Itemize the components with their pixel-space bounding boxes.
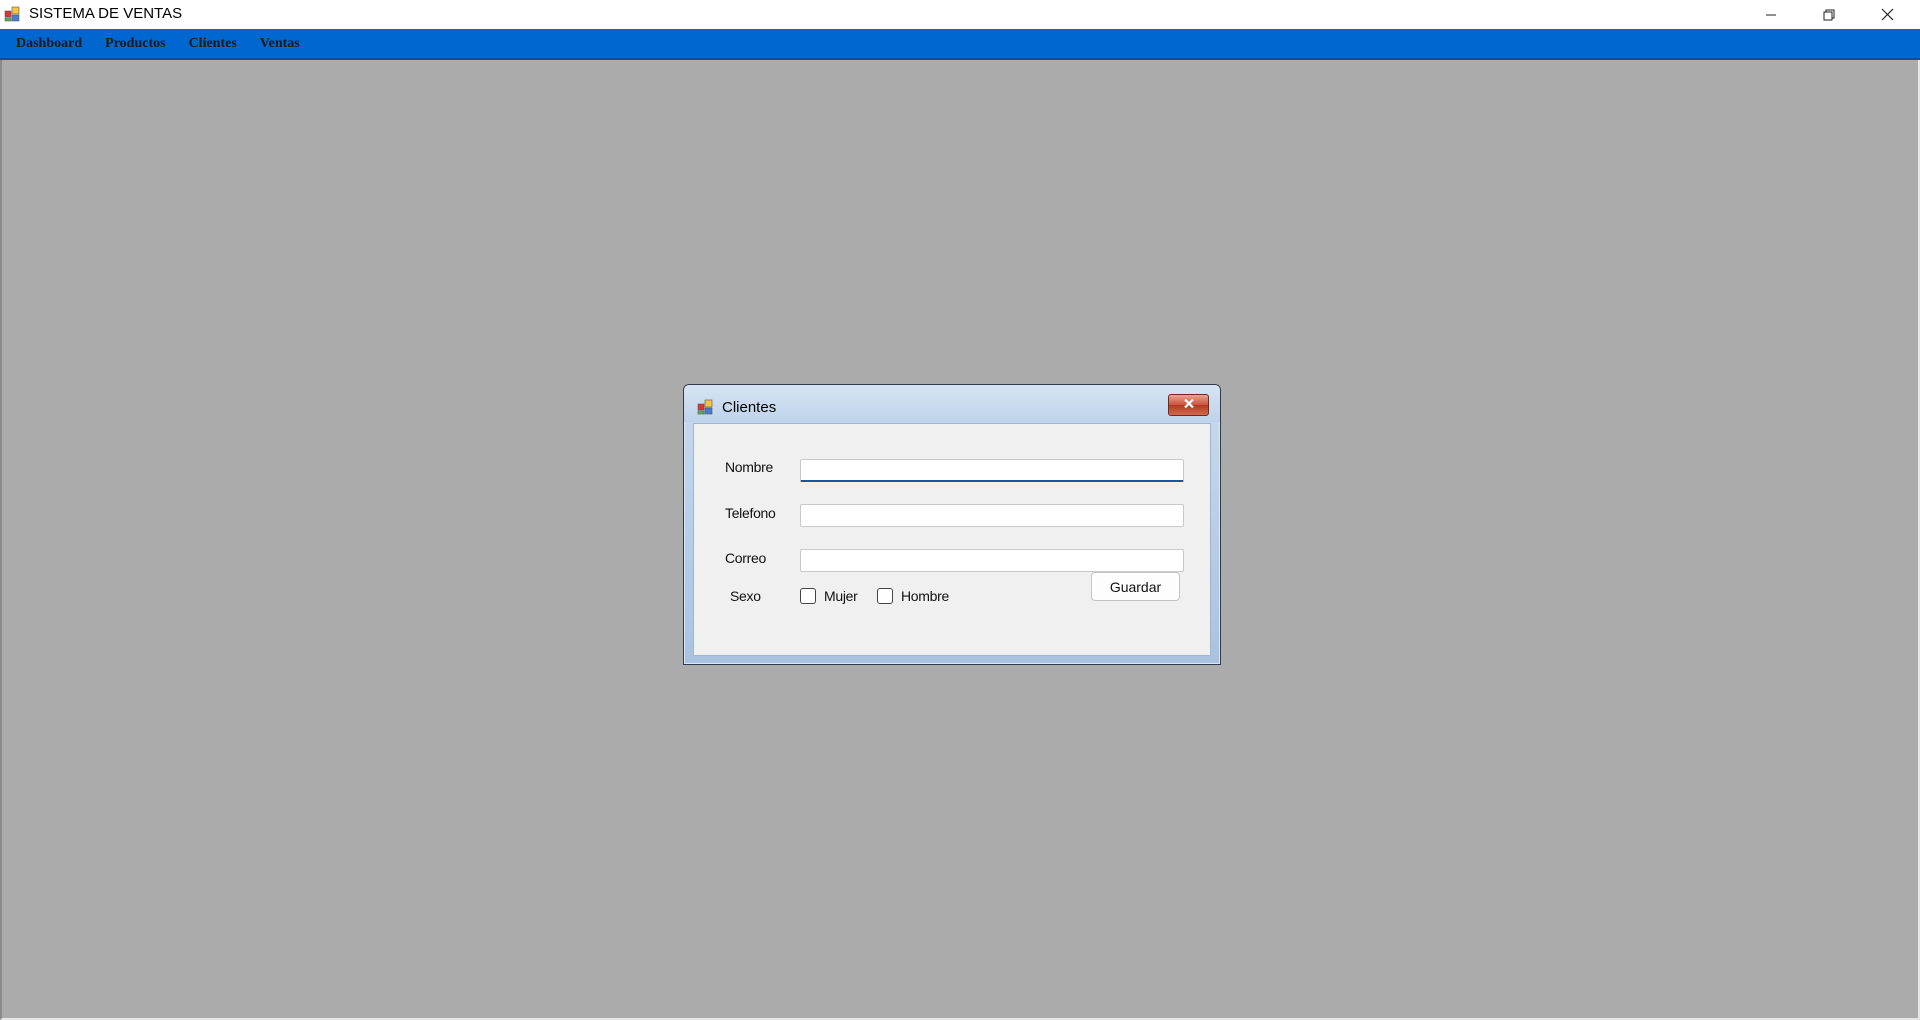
menu-item-productos[interactable]: Productos bbox=[93, 28, 176, 59]
restore-button[interactable] bbox=[1800, 0, 1858, 29]
sexo-label: Sexo bbox=[730, 588, 761, 604]
close-icon bbox=[1881, 8, 1894, 21]
window-title: SISTEMA DE VENTAS bbox=[29, 5, 183, 22]
dialog-body: Nombre Telefono Correo Sexo Mujer Hombre… bbox=[693, 423, 1211, 656]
hombre-checkbox[interactable]: Hombre bbox=[877, 588, 949, 604]
menu-bar: Dashboard Productos Clientes Ventas bbox=[0, 29, 1920, 60]
correo-input[interactable] bbox=[800, 549, 1184, 572]
guardar-button[interactable]: Guardar bbox=[1091, 572, 1180, 601]
mujer-checkbox-box[interactable] bbox=[800, 588, 816, 604]
telefono-label: Telefono bbox=[725, 505, 776, 521]
dialog-titlebar[interactable]: Clientes bbox=[684, 385, 1220, 422]
telefono-input[interactable] bbox=[800, 504, 1184, 527]
dialog-title: Clientes bbox=[722, 399, 777, 416]
hombre-checkbox-label: Hombre bbox=[901, 588, 949, 604]
restore-icon bbox=[1823, 9, 1835, 21]
mujer-checkbox-label: Mujer bbox=[824, 588, 858, 604]
menu-item-dashboard[interactable]: Dashboard bbox=[4, 28, 93, 59]
close-icon bbox=[1183, 396, 1195, 414]
nombre-input[interactable] bbox=[800, 459, 1184, 482]
menu-item-ventas[interactable]: Ventas bbox=[248, 28, 311, 59]
correo-label: Correo bbox=[725, 550, 766, 566]
close-button[interactable] bbox=[1858, 0, 1916, 29]
app-icon bbox=[4, 6, 20, 22]
dialog-close-button[interactable] bbox=[1168, 394, 1209, 416]
minimize-icon bbox=[1765, 9, 1777, 21]
clientes-dialog: Clientes Nombre Telefono Correo Sexo Muj… bbox=[683, 384, 1221, 665]
hombre-checkbox-box[interactable] bbox=[877, 588, 893, 604]
nombre-label: Nombre bbox=[725, 459, 773, 475]
menu-item-clientes[interactable]: Clientes bbox=[177, 28, 248, 59]
window-titlebar: SISTEMA DE VENTAS bbox=[0, 0, 1920, 29]
mujer-checkbox[interactable]: Mujer bbox=[800, 588, 858, 604]
minimize-button[interactable] bbox=[1742, 0, 1800, 29]
dialog-app-icon bbox=[697, 399, 713, 415]
